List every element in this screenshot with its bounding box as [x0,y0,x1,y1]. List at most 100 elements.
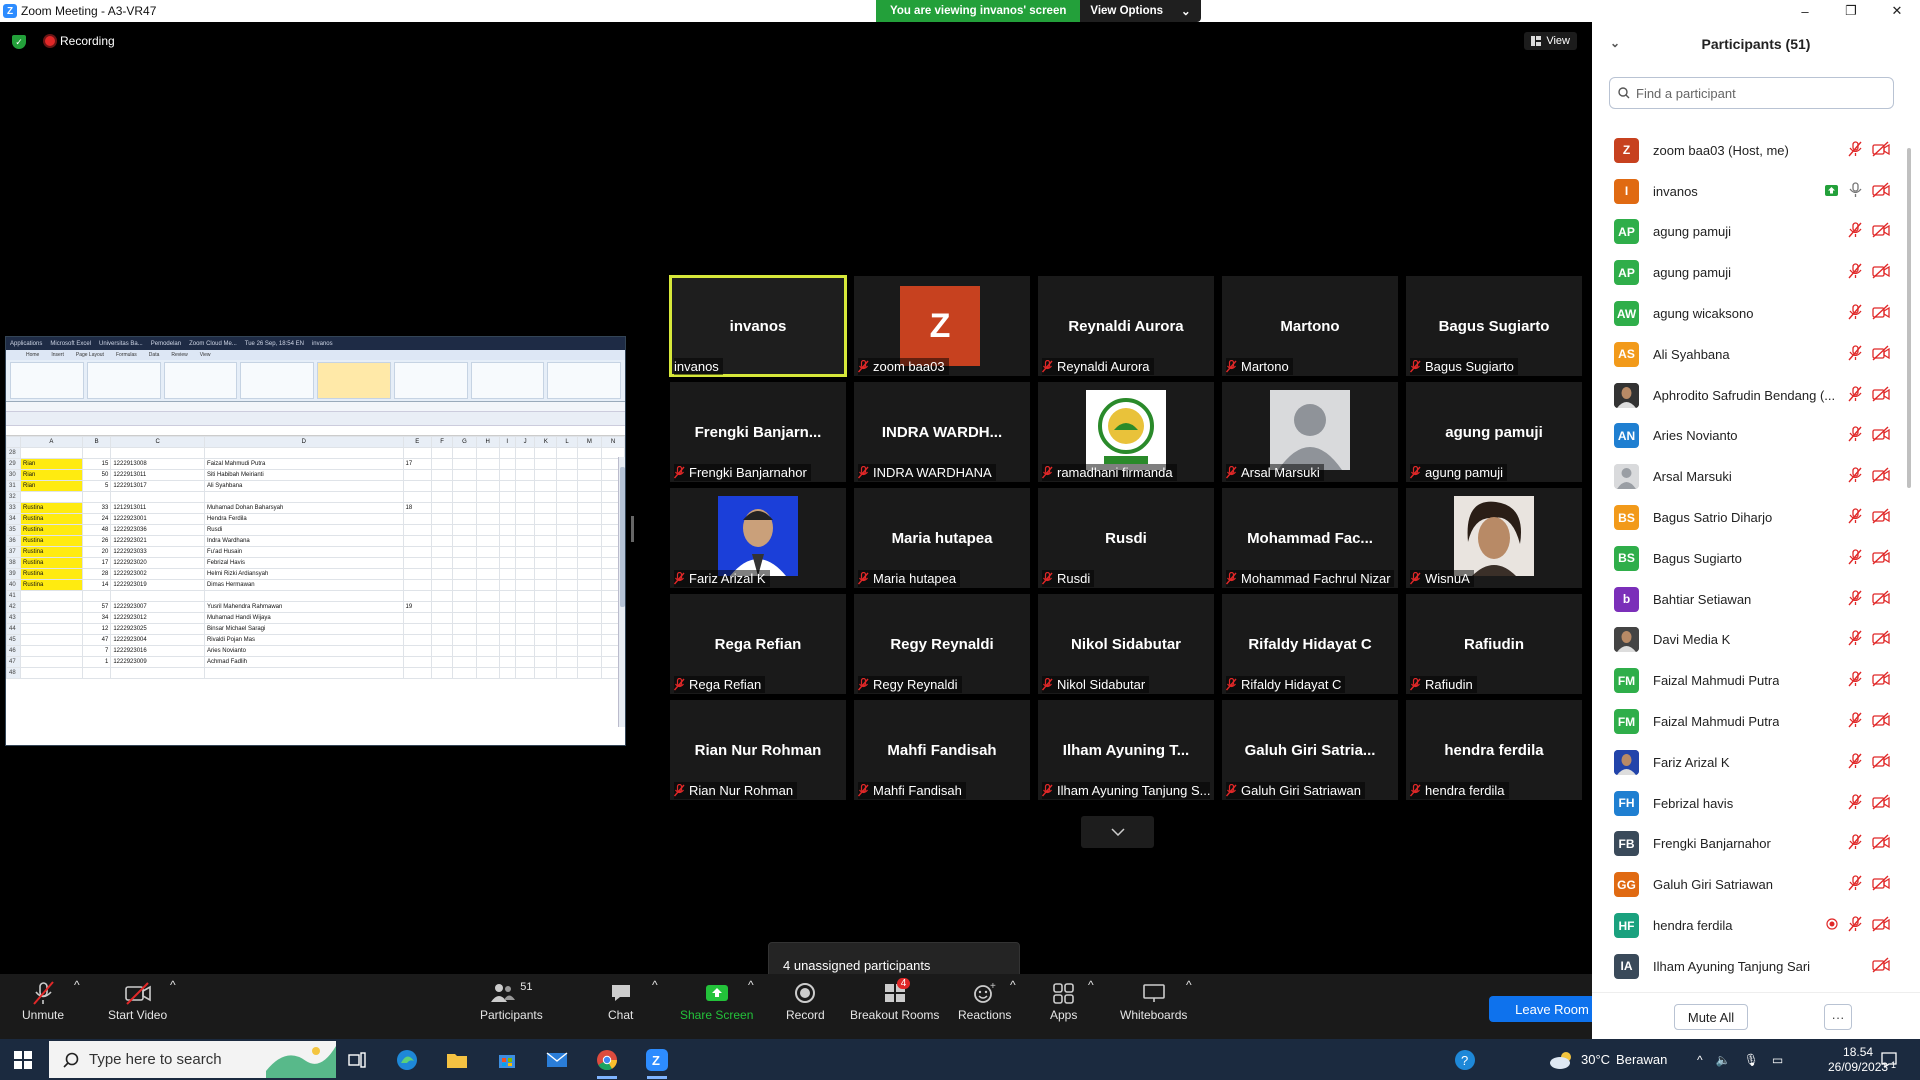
participant-row[interactable]: HF hendra ferdila [1592,905,1904,946]
muted-mic-icon[interactable] [1848,712,1862,731]
muted-mic-icon[interactable] [1848,753,1862,772]
muted-mic-icon[interactable] [1848,916,1862,935]
video-off-icon[interactable] [1872,467,1890,486]
reactions-options-caret[interactable]: ^ [1010,978,1016,992]
participant-row[interactable]: Fariz Arizal K [1592,742,1904,783]
whiteboards-button[interactable]: Whiteboards [1120,978,1187,1022]
muted-mic-icon[interactable] [1848,671,1862,690]
weather-widget[interactable]: 30°C Berawan [1549,1039,1667,1080]
muted-mic-icon[interactable] [1848,793,1862,813]
participant-row[interactable]: b Bahtiar Setiawan [1592,579,1904,620]
muted-mic-icon[interactable] [1848,508,1862,527]
participant-row[interactable]: Arsal Marsuki [1592,456,1904,497]
video-off-icon[interactable] [1872,508,1890,527]
video-off-icon[interactable] [1872,875,1890,894]
video-tile[interactable]: Maria hutapea Maria hutapea [854,488,1030,588]
video-tile[interactable]: Bagus Sugiarto Bagus Sugiarto [1406,276,1582,376]
video-off-icon[interactable] [1872,304,1890,323]
participant-row[interactable]: Aphrodito Safrudin Bendang (... [1592,375,1904,416]
video-tile[interactable]: Mahfi Fandisah Mahfi Fandisah [854,700,1030,800]
participant-row[interactable]: Iinvanos [1592,171,1904,212]
muted-mic-icon[interactable] [1848,467,1862,486]
video-off-icon[interactable] [1872,386,1890,405]
video-off-icon[interactable] [1872,712,1890,731]
muted-mic-icon[interactable] [1848,263,1862,282]
video-off-icon[interactable] [1872,345,1890,364]
participant-row[interactable]: FH Febrizal havis [1592,783,1904,824]
taskbar-explorer-button[interactable] [437,1044,477,1076]
participant-row[interactable]: AW agung wicaksono [1592,293,1904,334]
shared-screen[interactable]: Applications Microsoft Excel Universitas B… [5,336,626,746]
microphone-icon[interactable]: 🎙 [1744,1053,1759,1067]
panel-scrollbar[interactable] [1906,148,1913,978]
share-screen-button[interactable]: Share Screen [680,978,753,1022]
apps-button[interactable]: Apps [1050,978,1077,1022]
video-tile[interactable]: Arsal Marsuki [1222,382,1398,482]
taskbar-search-input[interactable]: Type here to search [49,1041,336,1078]
video-tile[interactable]: ramadhani firmanda [1038,382,1214,482]
participant-row[interactable]: Davi Media K [1592,620,1904,661]
video-tile[interactable]: Mohammad Fac... Mohammad Fachrul Nizar [1222,488,1398,588]
network-icon[interactable]: ▭ [1772,1053,1783,1067]
video-tile[interactable]: Martono Martono [1222,276,1398,376]
video-off-icon[interactable] [1872,182,1890,201]
video-off-icon[interactable] [1872,141,1890,160]
video-off-icon[interactable] [1872,590,1890,609]
gallery-next-page-button[interactable] [1081,816,1154,848]
view-button[interactable]: View [1524,32,1577,50]
start-button[interactable] [3,1044,43,1076]
video-off-icon[interactable] [1872,794,1890,813]
apps-options-caret[interactable]: ^ [1088,978,1094,992]
video-tile[interactable]: invanos invanos [669,275,847,377]
video-off-icon[interactable] [1872,222,1890,241]
video-off-icon[interactable] [1872,630,1890,649]
video-tile[interactable]: Frengki Banjarn... Frengki Banjarnahor [670,382,846,482]
muted-mic-icon[interactable] [1848,834,1862,853]
video-off-icon[interactable] [1872,957,1890,976]
video-tile[interactable]: Rian Nur Rohman Rian Nur Rohman [670,700,846,800]
participant-row[interactable]: IA Ilham Ayuning Tanjung Sari [1592,946,1904,987]
taskbar-store-button[interactable] [487,1044,527,1076]
speaker-icon[interactable]: 🔈 [1716,1053,1731,1067]
muted-mic-icon[interactable] [1848,386,1862,405]
muted-mic-icon[interactable] [1848,426,1862,445]
video-off-icon[interactable] [1872,426,1890,445]
taskbar-chrome-button[interactable] [587,1044,627,1079]
video-tile[interactable]: INDRA WARDH... INDRA WARDHANA [854,382,1030,482]
video-tile[interactable]: Rifaldy Hidayat C Rifaldy Hidayat C [1222,594,1398,694]
start-video-button[interactable]: Start Video [108,978,167,1022]
video-off-icon[interactable] [1872,549,1890,568]
unmute-button[interactable]: Unmute [22,978,64,1022]
more-options-button[interactable]: ··· [1824,1004,1852,1030]
video-tile[interactable]: Galuh Giri Satria... Galuh Giri Satriawan [1222,700,1398,800]
muted-mic-icon[interactable] [1848,141,1862,160]
mute-all-button[interactable]: Mute All [1674,1004,1748,1030]
participant-row[interactable]: FM Faizal Mahmudi Putra [1592,660,1904,701]
audio-options-caret[interactable]: ^ [74,978,80,992]
video-tile[interactable]: Regy Reynaldi Regy Reynaldi [854,594,1030,694]
muted-mic-icon[interactable] [1848,222,1862,241]
participant-row[interactable]: AP agung pamuji [1592,252,1904,293]
muted-mic-icon[interactable] [1848,875,1862,894]
record-button[interactable]: Record [786,978,825,1022]
close-button[interactable]: ✕ [1874,0,1920,22]
video-options-caret[interactable]: ^ [170,978,176,992]
video-off-icon[interactable] [1872,263,1890,282]
video-off-icon[interactable] [1872,753,1890,772]
video-tile[interactable]: Rafiudin Rafiudin [1406,594,1582,694]
taskbar-edge-button[interactable] [387,1044,427,1076]
task-view-button[interactable] [337,1044,377,1076]
reactions-button[interactable]: + Reactions [958,978,1011,1022]
shield-icon[interactable]: ✓ [12,35,26,49]
chevron-up-icon[interactable]: ^ [1697,1053,1703,1067]
video-off-icon[interactable] [1872,916,1890,935]
video-tile[interactable]: hendra ferdila hendra ferdila [1406,700,1582,800]
participants-button[interactable]: 51 Participants [480,978,543,1022]
whiteboards-options-caret[interactable]: ^ [1186,978,1192,992]
participant-row[interactable]: AP agung pamuji [1592,212,1904,253]
participant-search-input[interactable]: Find a participant [1609,77,1894,109]
muted-mic-icon[interactable] [1848,549,1862,568]
mic-icon[interactable] [1848,182,1862,201]
video-off-icon[interactable] [1872,834,1890,853]
video-tile[interactable]: Zzoom baa03 [854,276,1030,376]
